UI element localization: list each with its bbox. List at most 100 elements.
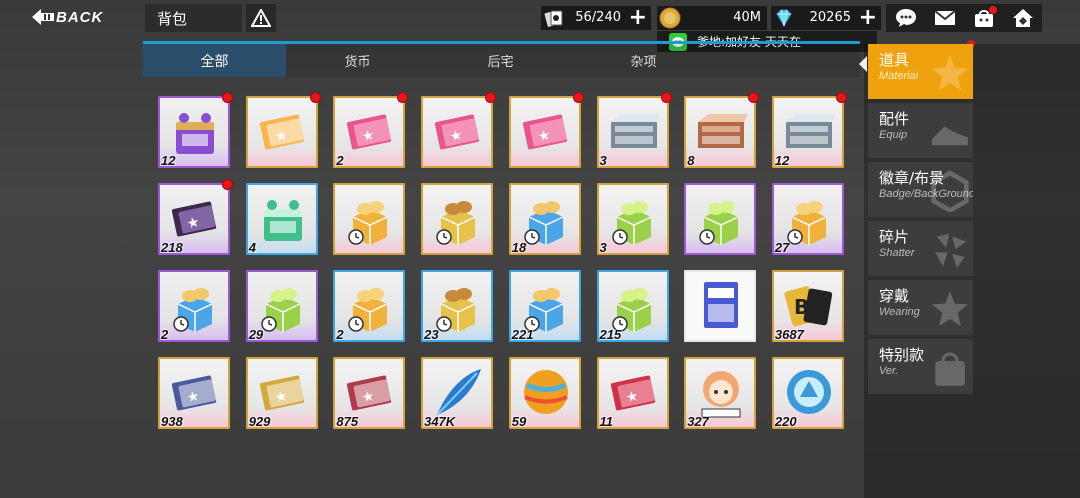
sidebar-item-equip[interactable]: 配件 Equip xyxy=(868,103,973,158)
inventory-item[interactable] xyxy=(421,183,494,255)
tab-misc[interactable]: 杂项 xyxy=(572,44,715,77)
inventory-item[interactable] xyxy=(684,270,757,342)
inventory-item[interactable]: ★ 875 xyxy=(333,357,406,429)
sidebar-item-sublabel: Equip xyxy=(879,129,908,141)
blue-open-box-icon xyxy=(524,201,564,245)
inventory-item[interactable]: 4 xyxy=(245,183,318,255)
item-count: 12 xyxy=(774,153,790,168)
chat-bubble-icon xyxy=(895,9,916,27)
diamond-counter: 20265 + xyxy=(771,6,881,30)
sidebar-item-label: 穿戴 xyxy=(879,287,910,305)
red-voucher-icon: ★ xyxy=(347,375,392,411)
grey-card-box-icon xyxy=(610,114,661,148)
inventory-item[interactable]: ★ 2 xyxy=(333,96,406,168)
inventory-item[interactable]: B 3687 xyxy=(771,270,844,342)
back-label: BACK xyxy=(56,8,104,26)
sidebar-item-badge-background[interactable]: 徽章/布景 Badge/BackGround xyxy=(868,162,973,217)
gold-value: 40M xyxy=(733,10,761,25)
inventory-item[interactable]: 59 xyxy=(508,357,581,429)
shop-notification-dot xyxy=(988,6,997,14)
sidebar-item-material[interactable]: 道具 Material xyxy=(868,44,973,99)
item-count: 12 xyxy=(161,153,176,168)
new-item-dot xyxy=(660,92,672,103)
inventory-item[interactable]: 215 xyxy=(596,270,669,342)
item-count: 327 xyxy=(687,414,709,429)
inventory-item[interactable] xyxy=(684,183,757,255)
home-icon xyxy=(1012,9,1033,27)
sidebar-item-icon xyxy=(929,170,971,214)
item-count: 3 xyxy=(599,240,607,255)
sidebar-item-shatter[interactable]: 碎片 Shatter xyxy=(868,221,973,276)
inventory-item[interactable]: 347K xyxy=(421,357,494,429)
sidebar-item-ver[interactable]: 特别款 Ver. xyxy=(868,339,973,394)
new-item-dot xyxy=(222,179,233,190)
capacity-value: 56/240 xyxy=(575,10,621,25)
coin-icon xyxy=(659,7,681,29)
cards-icon xyxy=(544,10,563,27)
green-open-box-icon xyxy=(699,201,739,245)
shop-button[interactable] xyxy=(971,6,997,30)
item-count: 59 xyxy=(511,414,527,429)
new-item-dot xyxy=(485,92,497,103)
shoe-icon xyxy=(932,126,968,146)
new-item-dot xyxy=(572,92,584,103)
inventory-item[interactable]: ★ 938 xyxy=(158,357,230,429)
inventory-item[interactable]: ★ 929 xyxy=(245,357,318,429)
capacity-plus-button[interactable]: + xyxy=(629,7,647,29)
inventory-item[interactable]: 2 xyxy=(158,270,230,342)
inventory-item[interactable]: 27 xyxy=(771,183,844,255)
black-ticket-icon: ★ xyxy=(171,201,217,237)
item-count: 29 xyxy=(248,327,264,342)
tab-currency[interactable]: 货币 xyxy=(286,44,429,77)
new-item-dot xyxy=(748,92,760,103)
inventory-item[interactable]: ★ 11 xyxy=(596,357,669,429)
inventory-item[interactable]: 12 xyxy=(771,96,844,168)
inventory-item[interactable] xyxy=(333,183,406,255)
item-count: 3687 xyxy=(774,327,804,342)
green-open-box-icon xyxy=(611,288,651,332)
tab-all[interactable]: 全部 xyxy=(143,44,286,77)
item-count: 8 xyxy=(687,153,695,168)
home-button[interactable] xyxy=(1010,6,1036,30)
help-button[interactable] xyxy=(246,4,276,32)
page-title: 背包 xyxy=(157,10,188,28)
item-count: 220 xyxy=(774,414,797,429)
inventory-item[interactable]: 2 xyxy=(333,270,406,342)
inventory-item[interactable]: 220 xyxy=(771,357,844,429)
inventory-item[interactable]: ★ xyxy=(421,96,494,168)
sidebar-item-label: 特别款 xyxy=(879,346,925,364)
inventory-item[interactable]: 23 xyxy=(421,270,494,342)
item-count: 23 xyxy=(424,327,439,342)
inventory-item[interactable]: 18 xyxy=(508,183,581,255)
item-count: 929 xyxy=(248,414,271,429)
pink-ticket-icon: ★ xyxy=(522,114,567,150)
category-sidebar: 道具 Material 配件 Equip 徽章/布景 Badge/BackGro… xyxy=(859,36,1080,498)
inventory-item[interactable]: 12 xyxy=(158,96,230,168)
bag-icon xyxy=(935,352,965,386)
back-button[interactable]: BACK xyxy=(32,6,112,28)
green-open-box-icon xyxy=(260,288,301,332)
inventory-item[interactable]: 29 xyxy=(245,270,318,342)
item-count: 215 xyxy=(599,327,622,342)
chat-button[interactable] xyxy=(893,6,919,30)
tab-dorm[interactable]: 后宅 xyxy=(429,44,572,77)
mail-icon xyxy=(933,10,956,25)
blue-open-box-icon xyxy=(524,288,564,332)
sidebar-item-wearing[interactable]: 穿戴 Wearing xyxy=(868,280,973,335)
gold-counter: 40M xyxy=(657,6,767,30)
diamond-plus-button[interactable]: + xyxy=(859,7,877,29)
inventory-item[interactable]: 221 xyxy=(508,270,581,342)
inventory-item[interactable]: 3 xyxy=(596,96,669,168)
mail-button[interactable] xyxy=(932,6,958,30)
sidebar-item-icon xyxy=(929,229,971,271)
chibi-girl-icon xyxy=(701,371,741,418)
sidebar-item-icon xyxy=(929,347,971,389)
inventory-item[interactable]: 8 xyxy=(684,96,757,168)
inventory-item[interactable]: ★ xyxy=(508,96,581,168)
inventory-item[interactable]: 3 xyxy=(596,183,669,255)
inventory-item[interactable]: 327 xyxy=(684,357,757,429)
orange-open-box-icon xyxy=(348,288,388,332)
inventory-item[interactable]: ★ xyxy=(245,96,318,168)
inventory-item[interactable]: ★ 218 xyxy=(158,183,230,255)
star-icon xyxy=(932,55,968,91)
